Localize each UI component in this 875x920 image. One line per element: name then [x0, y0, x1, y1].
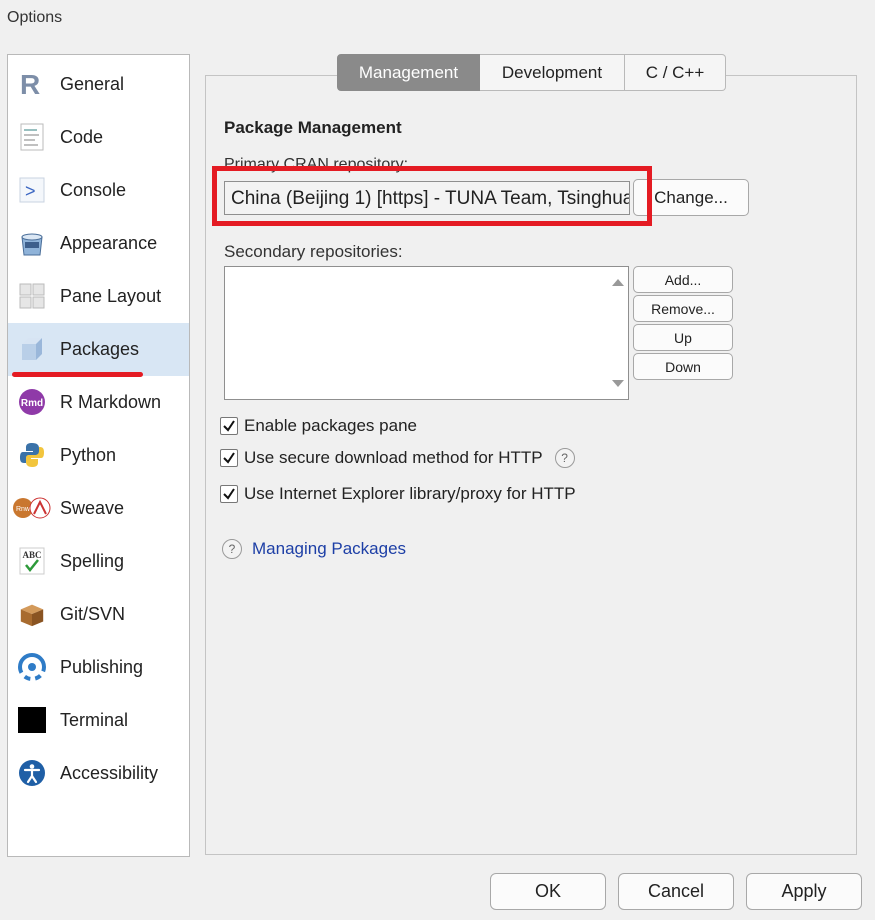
- git-box-icon: [18, 600, 46, 628]
- primary-repo-field[interactable]: China (Beijing 1) [https] - TUNA Team, T…: [224, 181, 630, 215]
- enable-packages-pane-checkbox[interactable]: [220, 417, 238, 435]
- sweave-icon: Rnw: [12, 494, 52, 522]
- ie-proxy-checkbox[interactable]: [220, 485, 238, 503]
- sidebar-item-label: Accessibility: [60, 763, 159, 783]
- packages-underline-annotation: [12, 372, 143, 377]
- sidebar-item-label: Sweave: [60, 498, 125, 518]
- sidebar-item-sweave[interactable]: Rnw Sweave: [8, 482, 189, 535]
- apply-button[interactable]: Apply: [746, 873, 862, 910]
- spelling-abc-icon: ABC: [18, 547, 46, 575]
- checkbox-label: Use secure download method for HTTP: [244, 448, 543, 467]
- ie-proxy-option[interactable]: Use Internet Explorer library/proxy for …: [220, 483, 576, 505]
- svg-text:Rmd: Rmd: [21, 398, 43, 409]
- tab-development[interactable]: Development: [480, 54, 625, 91]
- sidebar-item-label: Packages: [60, 339, 140, 359]
- sidebar-item-label: Pane Layout: [60, 286, 162, 306]
- sidebar-item-label: Git/SVN: [60, 604, 126, 624]
- primary-repo-value: China (Beijing 1) [https] - TUNA Team, T…: [231, 188, 630, 209]
- options-sidebar: R General Code > Console Appearance Pane…: [7, 54, 190, 857]
- checkbox-label: Use Internet Explorer library/proxy for …: [244, 484, 576, 503]
- scroll-down-icon[interactable]: [612, 380, 624, 387]
- sidebar-item-code[interactable]: Code: [8, 111, 189, 164]
- sidebar-item-appearance[interactable]: Appearance: [8, 217, 189, 270]
- section-title: Package Management: [224, 118, 402, 137]
- sidebar-item-git-svn[interactable]: Git/SVN: [8, 588, 189, 641]
- sidebar-item-label: Python: [60, 445, 117, 465]
- sidebar-item-pane-layout[interactable]: Pane Layout: [8, 270, 189, 323]
- tab-c-cpp[interactable]: C / C++: [625, 54, 726, 91]
- managing-packages-link[interactable]: ? Managing Packages: [222, 539, 406, 559]
- rmd-icon: Rmd: [18, 388, 46, 416]
- secondary-repo-list[interactable]: [224, 266, 629, 400]
- sidebar-item-publishing[interactable]: Publishing: [8, 641, 189, 694]
- sidebar-item-r-markdown[interactable]: Rmd R Markdown: [8, 376, 189, 429]
- window-title: Options: [7, 9, 63, 26]
- move-down-button[interactable]: Down: [633, 353, 733, 380]
- terminal-icon: [18, 706, 46, 734]
- ok-button[interactable]: OK: [490, 873, 606, 910]
- cancel-button[interactable]: Cancel: [618, 873, 734, 910]
- publishing-icon: [14, 653, 50, 681]
- secure-download-option[interactable]: Use secure download method for HTTP ?: [220, 447, 575, 469]
- sidebar-item-general[interactable]: R General: [8, 58, 189, 111]
- sidebar-item-label: R Markdown: [60, 392, 162, 412]
- r-logo-icon: R: [18, 70, 46, 98]
- checkbox-label: Enable packages pane: [244, 416, 417, 435]
- sidebar-item-spelling[interactable]: ABC Spelling: [8, 535, 189, 588]
- sidebar-item-label: Appearance: [60, 233, 158, 253]
- console-prompt-icon: >: [18, 176, 46, 204]
- change-repo-button[interactable]: Change...: [633, 179, 749, 216]
- sidebar-item-terminal[interactable]: Terminal: [8, 694, 189, 747]
- pane-grid-icon: [18, 282, 46, 310]
- help-icon[interactable]: ?: [554, 448, 575, 468]
- sidebar-item-label: Spelling: [60, 551, 125, 571]
- scroll-up-icon[interactable]: [612, 279, 624, 286]
- sidebar-item-accessibility[interactable]: Accessibility: [8, 747, 189, 800]
- sidebar-item-python[interactable]: Python: [8, 429, 189, 482]
- sidebar-item-packages[interactable]: Packages: [8, 323, 189, 376]
- enable-packages-pane-option[interactable]: Enable packages pane: [220, 415, 417, 437]
- move-up-button[interactable]: Up: [633, 324, 733, 351]
- tab-bar: Management Development C / C++: [337, 54, 726, 91]
- tab-management[interactable]: Management: [337, 54, 480, 91]
- managing-packages-label: Managing Packages: [252, 539, 407, 558]
- remove-repo-button[interactable]: Remove...: [633, 295, 733, 322]
- sidebar-item-label: Publishing: [60, 657, 144, 677]
- title-bar: Options: [0, 0, 875, 36]
- svg-text:Rnw: Rnw: [16, 506, 31, 513]
- add-repo-button[interactable]: Add...: [633, 266, 733, 293]
- sidebar-item-console[interactable]: > Console: [8, 164, 189, 217]
- sidebar-item-label: Code: [60, 127, 104, 147]
- secure-download-checkbox[interactable]: [220, 449, 238, 467]
- code-document-icon: [18, 123, 46, 151]
- svg-text:>: >: [25, 181, 36, 201]
- package-box-icon: [18, 335, 46, 363]
- paint-bucket-icon: [18, 229, 46, 257]
- python-icon: [18, 441, 46, 469]
- primary-repo-label: Primary CRAN repository:: [224, 156, 409, 173]
- help-icon: ?: [222, 539, 242, 559]
- sidebar-item-label: Terminal: [60, 710, 129, 730]
- accessibility-icon: [18, 759, 46, 787]
- sidebar-item-label: General: [60, 74, 125, 94]
- svg-text:R: R: [20, 70, 40, 98]
- sidebar-item-label: Console: [60, 180, 127, 200]
- svg-text:ABC: ABC: [22, 550, 41, 560]
- secondary-repo-label: Secondary repositories:: [224, 242, 403, 261]
